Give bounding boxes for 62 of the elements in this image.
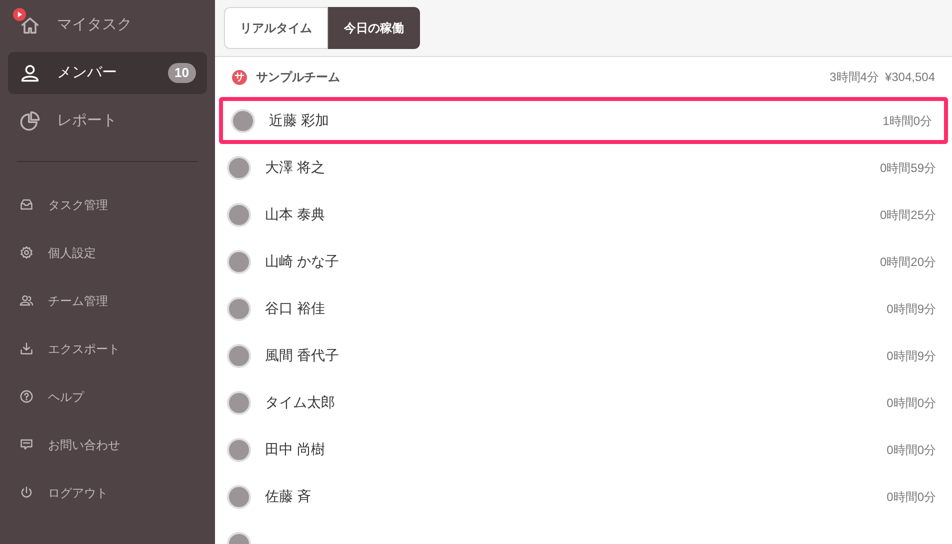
tab[interactable]: リアルタイム — [224, 7, 328, 49]
count-badge: 10 — [168, 63, 196, 83]
member-row[interactable]: タイム太郎 0時間0分 — [219, 379, 948, 426]
member-time: 0時間0分 — [886, 488, 936, 506]
people-icon — [19, 293, 34, 308]
member-row[interactable]: 近藤 彩加 1時間0分 — [219, 97, 948, 144]
sidebar-item[interactable]: チーム管理 — [8, 277, 207, 325]
team-total-amount: ¥304,504 — [884, 69, 935, 86]
avatar — [227, 250, 251, 274]
avatar — [227, 484, 251, 508]
sidebar-item[interactable]: レポート — [8, 100, 207, 142]
inbox-icon — [19, 197, 34, 212]
help-icon — [19, 389, 34, 404]
tab[interactable]: 今日の稼働 — [328, 7, 420, 49]
sidebar-item[interactable]: ログアウト — [8, 469, 207, 517]
sidebar-item[interactable]: ヘルプ — [8, 373, 207, 421]
person-icon — [19, 62, 41, 84]
member-row[interactable]: 田中 尚樹 0時間0分 — [219, 426, 948, 473]
sidebar-item[interactable]: エクスポート — [8, 325, 207, 373]
member-time: 0時間9分 — [886, 348, 936, 364]
member-time: 0時間0分 — [886, 442, 936, 458]
power-icon — [19, 485, 34, 500]
speech-bubble-icon — [19, 437, 34, 452]
member-name: 近藤 彩加 — [269, 111, 330, 130]
member-row[interactable]: 山本 泰典 0時間25分 — [219, 191, 948, 238]
member-time: 0時間59分 — [880, 160, 936, 176]
member-name: 田中 尚樹 — [265, 440, 326, 459]
sidebar-item[interactable]: メンバー 10 — [8, 52, 207, 94]
member-name: 大澤 将之 — [265, 158, 326, 177]
member-time: 1時間0分 — [882, 112, 932, 130]
avatar — [227, 344, 251, 368]
settings-icon — [19, 245, 34, 260]
team-total-time: 3時間4分 — [830, 69, 879, 86]
pie-chart-icon — [19, 110, 41, 132]
member-time: 0時間9分 — [886, 300, 936, 318]
member-time: 0時間25分 — [880, 206, 936, 224]
avatar — [227, 438, 251, 462]
download-icon — [19, 341, 34, 356]
member-row[interactable]: 大澤 将之 0時間59分 — [219, 144, 948, 191]
sidebar-item[interactable]: 個人設定 — [8, 229, 207, 277]
member-time: 0時間0分 — [886, 394, 936, 412]
avatar — [227, 156, 251, 180]
member-name: 風間 香代子 — [265, 346, 340, 365]
sidebar-item[interactable]: お問い合わせ — [8, 421, 207, 469]
member-name: 佐藤 斉 — [265, 487, 312, 506]
sidebar-item[interactable]: マイタスク — [8, 4, 207, 46]
avatar — [227, 296, 251, 320]
member-name: 山崎 かな子 — [265, 252, 340, 271]
member-row[interactable]: 風間 香代子 0時間9分 — [219, 332, 948, 379]
avatar — [231, 108, 255, 132]
avatar — [227, 390, 251, 414]
member-name: タイム太郎 — [265, 393, 336, 412]
team-initial-icon: サ — [232, 70, 247, 84]
team-name: サンプルチーム — [256, 69, 341, 86]
avatar — [227, 202, 251, 226]
member-row[interactable]: 山崎 かな子 0時間20分 — [219, 238, 948, 285]
sidebar-item[interactable]: タスク管理 — [8, 181, 207, 229]
member-row[interactable]: 谷口 裕佳 0時間9分 — [219, 285, 948, 332]
member-time: 0時間20分 — [880, 254, 936, 270]
member-name: 山本 泰典 — [265, 205, 326, 224]
member-name: 谷口 裕佳 — [265, 299, 326, 318]
member-row[interactable]: 佐藤 斉 0時間0分 — [219, 473, 948, 520]
